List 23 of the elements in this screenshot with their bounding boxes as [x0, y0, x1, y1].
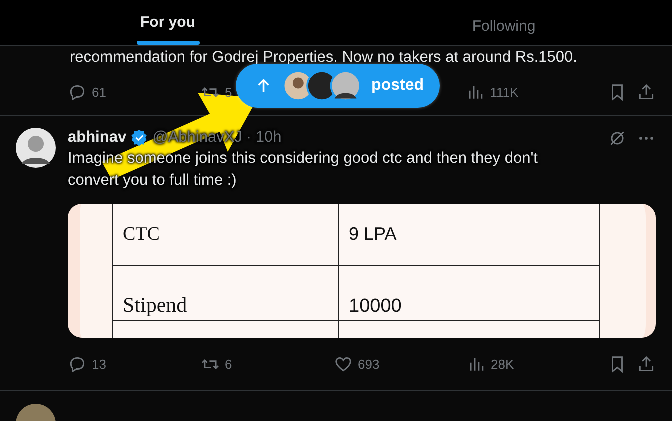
table-cell-text: 9 LPA — [348, 223, 398, 246]
reply-icon — [68, 354, 87, 374]
heart-icon — [334, 354, 353, 374]
reply-button[interactable]: 13 — [68, 354, 201, 374]
new-posts-button[interactable]: posted — [236, 64, 440, 108]
author-name[interactable]: abhinav — [68, 129, 127, 147]
repost-button[interactable]: 6 — [201, 354, 334, 374]
like-button[interactable]: 693 — [334, 354, 467, 374]
tab-indicator — [136, 41, 200, 45]
reply-button[interactable]: 61 — [68, 82, 201, 102]
post-image[interactable]: CTC 9 LPA Stipend 10000 — [68, 204, 656, 338]
views-button[interactable]: 111K — [466, 82, 519, 102]
reply-icon — [68, 82, 87, 102]
table-cell: CTC — [113, 204, 339, 267]
post-time: · 10h — [246, 129, 282, 147]
feed-tab[interactable]: Following — [472, 18, 536, 45]
feed-tab[interactable]: For you — [140, 14, 196, 41]
share-icon[interactable] — [636, 82, 656, 102]
views-button[interactable]: 28K — [467, 354, 600, 374]
table-cell: Stipend — [113, 264, 339, 320]
share-icon[interactable] — [637, 354, 656, 374]
avatar[interactable] — [16, 128, 56, 168]
table-cell-text: 10000 — [348, 295, 403, 319]
